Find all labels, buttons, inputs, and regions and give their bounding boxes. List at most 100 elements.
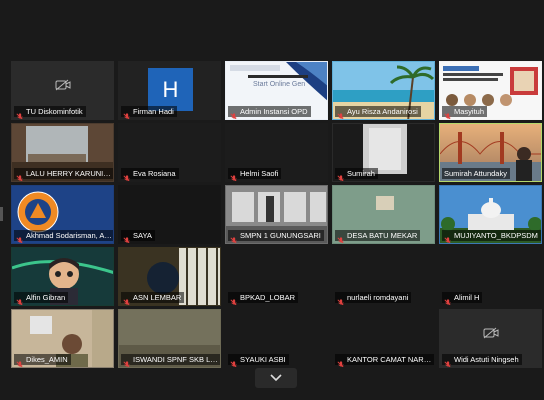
participant-name: Akhmad Sodarisman, A.M... xyxy=(26,231,112,240)
participant-tile[interactable]: nurlaeli romdayani xyxy=(332,247,435,306)
camera-off-icon xyxy=(483,327,498,339)
participant-name: Sumirah Attundaky xyxy=(444,169,507,178)
participant-label: DESA BATU MEKAR xyxy=(335,230,421,243)
participant-tile[interactable]: Start Online Gen Admin Instansi OPD xyxy=(225,61,328,120)
participant-tile[interactable]: ASN LEMBAR xyxy=(118,247,221,306)
mic-muted-icon xyxy=(123,108,131,119)
mic-muted-icon xyxy=(337,232,345,243)
participant-label: Alfin Gibran xyxy=(14,292,69,305)
participant-name: KANTOR CAMAT NARMA... xyxy=(347,355,433,364)
participant-tile[interactable]: SAYA xyxy=(118,185,221,244)
participant-tile[interactable]: TU Diskominfotik xyxy=(11,61,114,120)
participant-name: Ayu Risza Andanirosi xyxy=(347,107,418,116)
participant-tile[interactable]: Masyituh xyxy=(439,61,542,120)
participant-tile[interactable]: Sumirah xyxy=(332,123,435,182)
participant-tile[interactable]: Dikes_AMIN xyxy=(11,309,114,368)
participant-tile[interactable]: Helmi Saofi xyxy=(225,123,328,182)
chevron-down-icon xyxy=(270,374,282,382)
participant-label: LALU HERRY KARUNIAW... xyxy=(14,168,113,181)
participant-label: ISWANDI SPNF SKB LOB... xyxy=(121,354,220,367)
participant-label: Admin Instansi OPD xyxy=(228,106,311,119)
participant-name: SMPN 1 GUNUNGSARI xyxy=(240,231,321,240)
participant-label: KANTOR CAMAT NARMA... xyxy=(335,354,434,367)
avatar-initial: H xyxy=(162,76,179,102)
participant-name: Widi Astuti Ningseh xyxy=(454,355,519,364)
mic-muted-icon xyxy=(16,294,24,305)
participant-tile[interactable]: Alfin Gibran xyxy=(11,247,114,306)
participant-tile[interactable]: MUJIYANTO_BKDPSDM xyxy=(439,185,542,244)
participant-label: SMPN 1 GUNUNGSARI xyxy=(228,230,324,243)
participant-name: Masyituh xyxy=(454,107,485,116)
mic-muted-icon xyxy=(123,294,131,305)
participant-tile[interactable]: Akhmad Sodarisman, A.M... xyxy=(11,185,114,244)
mic-muted-icon xyxy=(230,356,238,367)
participant-name: LALU HERRY KARUNIAW... xyxy=(26,169,112,178)
participant-grid: TU Diskominfotik H Firman Hadi Start Online… xyxy=(11,61,542,368)
mic-muted-icon xyxy=(337,294,345,305)
participant-label: Widi Astuti Ningseh xyxy=(442,354,522,367)
mic-muted-icon xyxy=(123,232,131,243)
participant-tile[interactable]: H Firman Hadi xyxy=(118,61,221,120)
mic-muted-icon xyxy=(16,170,24,181)
participant-name: Alfin Gibran xyxy=(26,293,66,302)
mic-muted-icon xyxy=(16,356,24,367)
mic-muted-icon xyxy=(337,356,345,367)
top-bar xyxy=(0,0,544,55)
mic-muted-icon xyxy=(123,356,131,367)
participant-tile[interactable]: BPKAD_LOBAR xyxy=(225,247,328,306)
participant-name: Admin Instansi OPD xyxy=(240,107,308,116)
participant-tile[interactable]: Alimil H xyxy=(439,247,542,306)
participant-label: Masyituh xyxy=(442,106,488,119)
participant-label: Ayu Risza Andanirosi xyxy=(335,106,421,119)
camera-off-icon xyxy=(55,79,70,91)
mic-muted-icon xyxy=(337,170,345,181)
participant-name: nurlaeli romdayani xyxy=(347,293,409,302)
mic-muted-icon xyxy=(16,108,24,119)
mic-muted-icon xyxy=(230,232,238,243)
mic-muted-icon xyxy=(230,170,238,181)
participant-name: MUJIYANTO_BKDPSDM xyxy=(454,231,538,240)
participant-name: Eva Rosiana xyxy=(133,169,176,178)
mic-muted-icon xyxy=(230,108,238,119)
slide-text: Start Online Gen xyxy=(253,81,306,88)
participant-tile[interactable]: SMPN 1 GUNUNGSARI xyxy=(225,185,328,244)
participant-name: SYAUKI ASBI xyxy=(240,355,286,364)
participant-tile[interactable]: LALU HERRY KARUNIAW... xyxy=(11,123,114,182)
participant-tile[interactable]: SYAUKI ASBI xyxy=(225,309,328,368)
participant-name: TU Diskominfotik xyxy=(26,107,83,116)
mic-muted-icon xyxy=(444,232,452,243)
participant-label: TU Diskominfotik xyxy=(14,106,86,119)
participant-name: Dikes_AMIN xyxy=(26,355,68,364)
side-panel-handle[interactable] xyxy=(0,207,3,221)
participant-label: Firman Hadi xyxy=(121,106,177,119)
mic-muted-icon xyxy=(123,170,131,181)
participant-name: Sumirah xyxy=(347,169,375,178)
mic-muted-icon xyxy=(230,294,238,305)
participant-name: Firman Hadi xyxy=(133,107,174,116)
participant-tile[interactable]: KANTOR CAMAT NARMA... xyxy=(332,309,435,368)
avatar: H xyxy=(148,68,193,111)
mic-muted-icon xyxy=(16,232,24,243)
participant-name: ISWANDI SPNF SKB LOB... xyxy=(133,355,219,364)
mic-muted-icon xyxy=(444,108,452,119)
participant-label: Eva Rosiana xyxy=(121,168,179,181)
participant-label: MUJIYANTO_BKDPSDM xyxy=(442,230,541,243)
participant-name: ASN LEMBAR xyxy=(133,293,182,302)
participant-label: Dikes_AMIN xyxy=(14,354,71,367)
participant-name: Helmi Saofi xyxy=(240,169,279,178)
participant-name: BPKAD_LOBAR xyxy=(240,293,296,302)
participant-tile[interactable]: DESA BATU MEKAR xyxy=(332,185,435,244)
participant-label: SAYA xyxy=(121,230,155,243)
participant-tile[interactable]: ISWANDI SPNF SKB LOB... xyxy=(118,309,221,368)
participant-tile[interactable]: Eva Rosiana xyxy=(118,123,221,182)
participant-tile[interactable]: Sumirah Attundaky xyxy=(439,123,542,182)
mic-muted-icon xyxy=(444,294,452,305)
participant-name: SAYA xyxy=(133,231,152,240)
participant-label: ASN LEMBAR xyxy=(121,292,185,305)
mic-muted-icon xyxy=(444,356,452,367)
participant-name: Alimil H xyxy=(454,293,480,302)
participant-tile[interactable]: Widi Astuti Ningseh xyxy=(439,309,542,368)
participant-tile[interactable]: Ayu Risza Andanirosi xyxy=(332,61,435,120)
show-more-button[interactable] xyxy=(255,368,297,388)
participant-label: SYAUKI ASBI xyxy=(228,354,289,367)
